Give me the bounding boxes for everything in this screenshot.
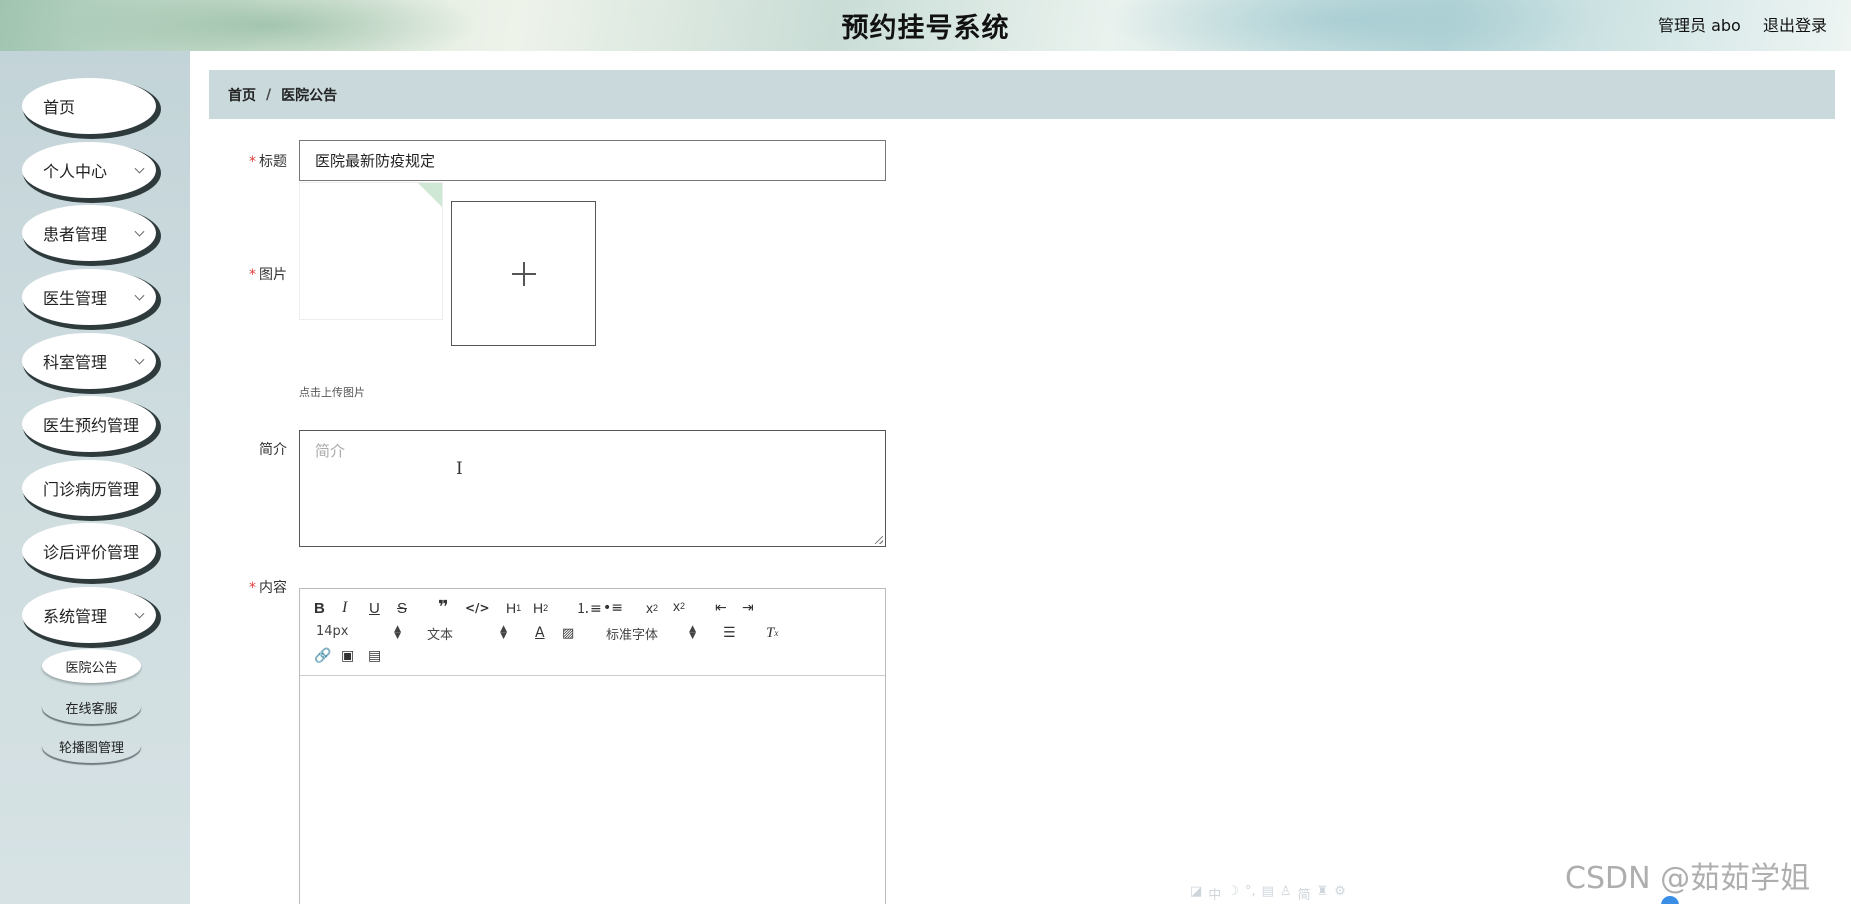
breadcrumb-current: 医院公告 — [281, 87, 338, 104]
sidebar-item-label: 个人中心 — [43, 162, 108, 181]
sidebar-subitem-label: 轮播图管理 — [58, 740, 124, 756]
ime-toolbar: ◪ 中 ☽ °, ▤ ♙ 简 ♜ ⚙ — [1190, 884, 1346, 903]
title-label: * 标题 — [249, 154, 287, 170]
sidebar-subitem-notice[interactable]: 医院公告 — [42, 649, 141, 683]
app-header: 预约挂号系统 管理员 abo 退出登录 — [0, 0, 1851, 51]
sidebar-item-label: 门诊病历管理 — [43, 480, 140, 499]
sidebar-item-label: 系统管理 — [43, 607, 108, 626]
subscript-icon[interactable]: x2 — [646, 599, 658, 617]
image-upload-button[interactable] — [451, 201, 596, 346]
italic-icon[interactable]: I — [342, 599, 347, 617]
select-arrows-icon: ▲ ▼ — [500, 624, 507, 641]
code-block-icon[interactable]: </> — [465, 599, 490, 617]
sidebar-subitem-label: 医院公告 — [65, 660, 118, 676]
sidebar-item-system[interactable]: 系统管理 — [22, 587, 156, 643]
bold-icon[interactable]: B — [314, 599, 325, 617]
required-mark: * — [249, 154, 256, 170]
current-user: 管理员 abo — [1658, 16, 1741, 35]
sidebar-item-label: 首页 — [43, 98, 76, 117]
image-preview — [299, 182, 443, 320]
blockquote-icon[interactable]: ❞ — [438, 597, 449, 618]
ordered-list-icon[interactable]: ⒈≡ — [576, 599, 602, 617]
chevron-down-icon — [134, 226, 145, 237]
keyboard-icon: ▤ — [1261, 884, 1274, 899]
indent-icon[interactable]: ⇥ — [742, 599, 754, 617]
font-size-select[interactable]: 14px ▲ ▼ — [316, 624, 401, 641]
bullet-list-icon[interactable]: •≡ — [603, 599, 623, 617]
heading1-icon[interactable]: H1 — [506, 599, 521, 617]
intro-textarea[interactable]: 简介 — [299, 430, 886, 547]
sidebar-item-label: 诊后评价管理 — [43, 543, 140, 562]
content-label: * 内容 — [249, 580, 287, 596]
plus-icon — [511, 261, 536, 286]
chevron-down-icon — [134, 608, 145, 619]
breadcrumb-home[interactable]: 首页 — [228, 85, 256, 105]
sidebar-item-medical-records[interactable]: 门诊病历管理 — [22, 460, 156, 516]
required-mark: * — [249, 267, 256, 283]
sidebar-item-label: 科室管理 — [43, 353, 108, 372]
paragraph-select[interactable]: 文本 ▲ ▼ — [427, 624, 507, 644]
outdent-icon[interactable]: ⇤ — [715, 599, 727, 617]
image-icon[interactable]: ▣ — [341, 647, 354, 665]
sidebar-item-personal-center[interactable]: 个人中心 — [22, 142, 156, 198]
shirt-icon: ♜ — [1316, 884, 1329, 899]
sidebar-item-label: 医生管理 — [43, 289, 108, 308]
title-input-value: 医院最新防疫规定 — [315, 152, 436, 170]
sidebar-item-doctors[interactable]: 医生管理 — [22, 269, 156, 325]
sidebar-subitem-label: 在线客服 — [65, 701, 118, 717]
background-color-icon[interactable]: ▨ — [562, 624, 574, 642]
font-family-select[interactable]: 标准字体 ▲ ▼ — [606, 624, 696, 644]
heading2-icon[interactable]: H2 — [533, 599, 548, 617]
sidebar-item-reviews[interactable]: 诊后评价管理 — [22, 523, 156, 579]
moon-icon: ☽ — [1227, 884, 1239, 899]
chevron-down-icon — [134, 354, 145, 365]
sidebar-item-label: 患者管理 — [43, 225, 108, 244]
logout-link[interactable]: 退出登录 — [1763, 12, 1827, 36]
floating-assistant-icon[interactable] — [1661, 896, 1679, 904]
sidebar-item-label: 医生预约管理 — [43, 416, 140, 435]
sidebar: 首页 个人中心 患者管理 医生管理 科室管理 医生预约管理 门诊病历管理 诊后评… — [0, 51, 190, 904]
sidebar-subitem-customer-service[interactable]: 在线客服 — [42, 690, 141, 724]
preview-corner-badge — [418, 183, 442, 207]
underline-icon[interactable]: U — [369, 599, 380, 617]
link-icon[interactable]: 🔗 — [314, 647, 331, 665]
title-input[interactable]: 医院最新防疫规定 — [299, 140, 886, 181]
chevron-down-icon — [134, 163, 145, 174]
watermark: CSDN @茹茹学姐 — [1565, 861, 1811, 896]
intro-placeholder: 简介 — [315, 442, 346, 460]
required-mark: * — [249, 580, 256, 596]
ime-simplified-label: 简 — [1297, 888, 1311, 903]
sidebar-item-home[interactable]: 首页 — [22, 78, 156, 134]
chevron-down-icon — [134, 290, 145, 301]
sidebar-item-departments[interactable]: 科室管理 — [22, 333, 156, 389]
clear-format-icon[interactable]: Tx — [766, 624, 778, 642]
editor-toolbar: B I U S ❞ </> H1 H2 ⒈≡ •≡ x2 x2 ⇤ ⇥ 14px… — [300, 589, 885, 676]
ime-logo-icon: ◪ — [1190, 884, 1203, 899]
app-title: 预约挂号系统 — [841, 13, 1010, 44]
font-color-icon[interactable]: A — [535, 624, 545, 642]
breadcrumb: 首页 / 医院公告 — [209, 70, 1835, 119]
text-cursor-icon: I — [456, 459, 463, 479]
resize-handle[interactable] — [875, 536, 883, 544]
upload-tip: 点击上传图片 — [299, 386, 365, 399]
rich-text-editor: B I U S ❞ </> H1 H2 ⒈≡ •≡ x2 x2 ⇤ ⇥ 14px… — [299, 588, 886, 904]
gear-icon: ⚙ — [1334, 884, 1346, 899]
superscript-icon[interactable]: x2 — [673, 597, 685, 615]
breadcrumb-separator: / — [266, 86, 272, 103]
strikethrough-icon[interactable]: S — [397, 599, 407, 617]
intro-label: 简介 — [259, 442, 287, 458]
sidebar-item-appointments[interactable]: 医生预约管理 — [22, 396, 156, 452]
sidebar-item-patients[interactable]: 患者管理 — [22, 205, 156, 261]
video-icon[interactable]: ▤ — [368, 647, 381, 665]
editor-content-area[interactable] — [300, 676, 885, 904]
select-arrows-icon: ▲ ▼ — [689, 624, 696, 641]
select-arrows-icon: ▲ ▼ — [394, 624, 401, 641]
user-icon: ♙ — [1279, 884, 1292, 899]
ime-mode-label: 中 — [1208, 888, 1222, 903]
sidebar-subitem-carousel[interactable]: 轮播图管理 — [42, 729, 141, 763]
image-label: * 图片 — [249, 267, 287, 283]
punctuation-icon: °, — [1244, 884, 1256, 899]
align-icon[interactable]: ☰ — [723, 624, 736, 642]
